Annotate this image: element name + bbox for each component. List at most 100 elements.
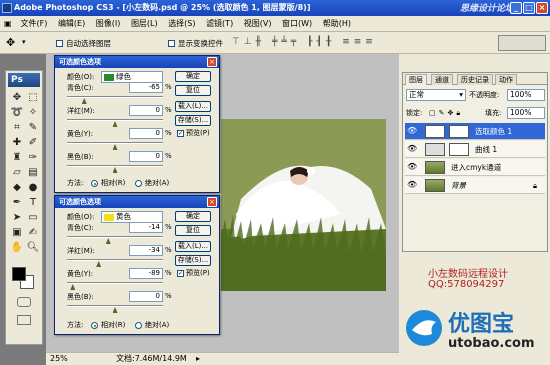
magic-wand-icon[interactable]: ✧ (26, 106, 40, 119)
reset-button[interactable]: 复位 (175, 85, 211, 96)
load-button[interactable]: 载入(L)... (175, 241, 211, 252)
opacity-input[interactable]: 100% (507, 89, 545, 101)
yellow-value-input[interactable]: -89 (129, 268, 163, 279)
eyedropper-icon[interactable]: ✍ (26, 226, 40, 239)
relative-radio[interactable] (91, 322, 98, 329)
menu-window[interactable]: 窗口(W) (278, 16, 316, 32)
eye-icon[interactable]: 👁︎ (407, 127, 417, 135)
menu-help[interactable]: 帮助(H) (319, 16, 355, 32)
ps-menu-icon[interactable]: ▣ (0, 16, 14, 32)
yellow-slider-thumb[interactable] (112, 144, 118, 150)
align-buttons-icon[interactable]: ⊤⊥╫ ╪╧╤ ┠┨╂ ≡≡≡ (232, 37, 377, 47)
black-value-input[interactable]: 0 (129, 291, 163, 302)
marquee-tool-icon[interactable]: ⬚ (26, 91, 40, 104)
show-transform-checkbox[interactable] (168, 40, 175, 47)
shape-tool-icon[interactable]: ▭ (26, 211, 40, 224)
cyan-value-input[interactable]: -14 (129, 222, 163, 233)
absolute-radio[interactable] (135, 322, 142, 329)
magenta-value-input[interactable]: -34 (129, 245, 163, 256)
tool-preset-chevron-icon[interactable]: ▾ (22, 38, 26, 46)
hand-tool-icon[interactable]: ✋ (10, 241, 24, 254)
layer-row[interactable]: 👁︎ 背景 🔒︎ (405, 177, 545, 194)
menu-file[interactable]: 文件(F) (17, 16, 52, 32)
menu-filter[interactable]: 滤镜(T) (202, 16, 237, 32)
menu-edit[interactable]: 编辑(E) (54, 16, 89, 32)
eye-icon[interactable]: 👁︎ (407, 163, 417, 171)
zoom-level[interactable]: 25% (50, 353, 68, 365)
ok-button[interactable]: 确定 (175, 211, 211, 222)
save-button[interactable]: 存储(S)... (175, 255, 211, 266)
black-slider-track[interactable] (67, 305, 163, 307)
black-slider-thumb[interactable] (112, 307, 118, 313)
eraser-tool-icon[interactable]: ▱ (10, 166, 24, 179)
move-tool-icon[interactable]: ✥ (10, 91, 24, 104)
load-button[interactable]: 载入(L)... (175, 101, 211, 112)
menu-view[interactable]: 视图(V) (240, 16, 276, 32)
layer-row[interactable]: 👁︎ 选取颜色 1 (405, 123, 545, 140)
menu-select[interactable]: 选择(S) (164, 16, 199, 32)
absolute-radio[interactable] (135, 180, 142, 187)
cyan-slider-thumb[interactable] (81, 98, 87, 104)
eye-icon[interactable]: 👁︎ (407, 145, 417, 153)
foreground-color-swatch[interactable] (12, 267, 26, 281)
menu-image[interactable]: 图像(I) (92, 16, 125, 32)
minimize-button[interactable]: _ (510, 2, 522, 14)
notes-tool-icon[interactable]: ▣ (10, 226, 24, 239)
magenta-slider-track[interactable] (67, 119, 163, 121)
move-tool-icon[interactable]: ✥ (6, 36, 15, 49)
cyan-slider-track[interactable] (67, 236, 163, 238)
history-brush-icon[interactable]: ✑ (26, 151, 40, 164)
status-menu-arrow-icon[interactable]: ▸ (196, 353, 200, 365)
pen-tool-icon[interactable]: ✒ (10, 196, 24, 209)
tab-history[interactable]: 历史记录 (457, 74, 493, 85)
dodge-tool-icon[interactable]: ● (26, 181, 40, 194)
clone-stamp-icon[interactable]: ♜ (10, 151, 24, 164)
layer-row[interactable]: 👁︎ 曲线 1 (405, 141, 545, 158)
black-slider-thumb[interactable] (112, 167, 118, 173)
gradient-tool-icon[interactable]: ▤ (26, 166, 40, 179)
tab-actions[interactable]: 动作 (495, 74, 517, 85)
dialog-close-button[interactable]: × (207, 57, 217, 67)
relative-radio[interactable] (91, 180, 98, 187)
ok-button[interactable]: 确定 (175, 71, 211, 82)
cyan-slider-track[interactable] (67, 96, 163, 98)
maximize-button[interactable]: □ (523, 2, 535, 14)
dialog-close-button[interactable]: × (207, 197, 217, 207)
lasso-tool-icon[interactable]: ➰ (10, 106, 24, 119)
slice-tool-icon[interactable]: ✎ (26, 121, 40, 134)
cyan-slider-thumb[interactable] (105, 238, 111, 244)
lock-icons[interactable]: ▢✎✥🔒︎ (429, 108, 463, 118)
healing-brush-icon[interactable]: ✚ (10, 136, 24, 149)
yellow-value-input[interactable]: 0 (129, 128, 163, 139)
black-value-input[interactable]: 0 (129, 151, 163, 162)
tab-channels[interactable]: 通道 (431, 74, 453, 85)
path-select-icon[interactable]: ➤ (10, 211, 24, 224)
blend-mode-select[interactable]: 正常 ▾ (406, 89, 466, 101)
yellow-slider-track[interactable] (67, 282, 163, 284)
quick-mask-icon[interactable] (17, 297, 31, 307)
menu-layer[interactable]: 图层(L) (127, 16, 162, 32)
zoom-tool-icon[interactable]: 🔍︎ (26, 241, 40, 254)
close-button[interactable]: × (536, 2, 548, 14)
brush-tool-icon[interactable]: ✐ (26, 136, 40, 149)
screen-mode-icon[interactable] (17, 315, 31, 325)
cyan-value-input[interactable]: -65 (129, 82, 163, 93)
layer-row[interactable]: 👁︎ 进入cmyk通道 (405, 159, 545, 176)
reset-button[interactable]: 复位 (175, 225, 211, 236)
yellow-slider-track[interactable] (67, 142, 163, 144)
tab-layers[interactable]: 图层 (405, 74, 427, 85)
document-photo[interactable] (221, 119, 386, 291)
yellow-slider-thumb[interactable] (70, 284, 76, 290)
workspace-switcher[interactable] (498, 35, 546, 51)
black-slider-track[interactable] (67, 165, 163, 167)
preview-checkbox[interactable]: ✓ (177, 270, 184, 277)
magenta-slider-thumb[interactable] (96, 261, 102, 267)
preview-checkbox[interactable]: ✓ (177, 130, 184, 137)
eye-icon[interactable]: 👁︎ (407, 181, 417, 189)
magenta-slider-track[interactable] (67, 259, 163, 261)
magenta-slider-thumb[interactable] (112, 121, 118, 127)
auto-select-checkbox[interactable] (56, 40, 63, 47)
crop-tool-icon[interactable]: ⌗ (10, 121, 24, 134)
fill-input[interactable]: 100% (507, 107, 545, 119)
save-button[interactable]: 存储(S)... (175, 115, 211, 126)
